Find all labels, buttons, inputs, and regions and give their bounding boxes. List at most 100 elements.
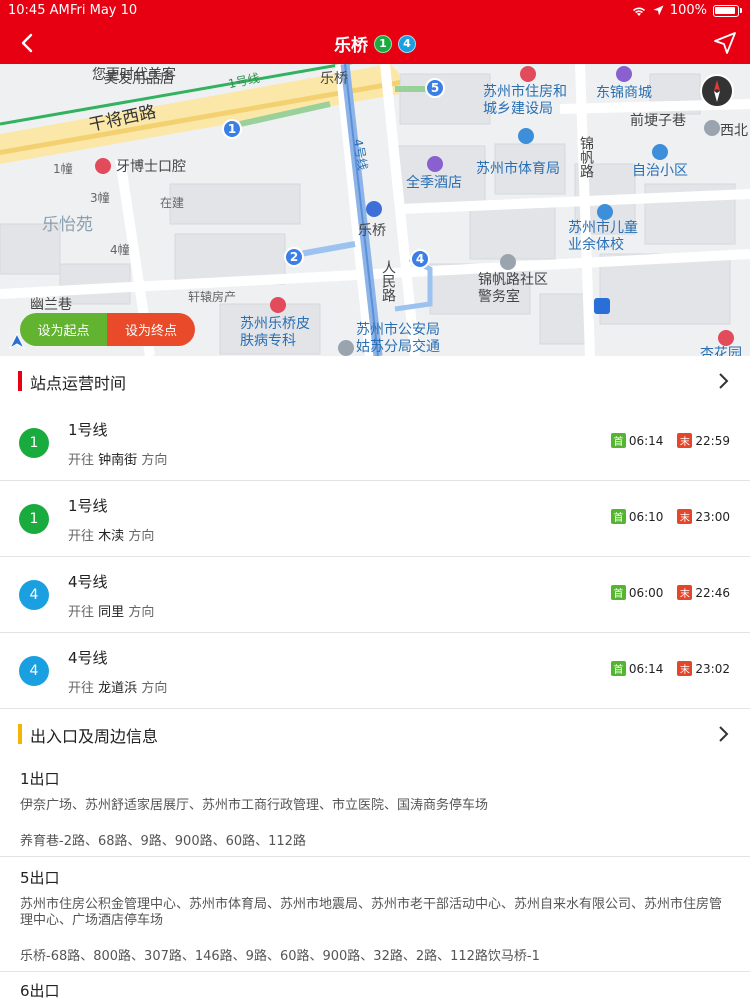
line-name: 4号线 (68, 573, 108, 591)
chevron-right-icon (719, 373, 729, 389)
exits-header[interactable]: 出入口及周边信息 (0, 709, 750, 759)
schedule-row[interactable]: 1 1号线 开往 木渎 方向 首 06:10 末 23:00 (0, 481, 750, 557)
map-label: 幽兰巷 (30, 297, 72, 313)
direction-text: 开往 钟南街 方向 (68, 453, 168, 468)
first-train-tag: 首 (610, 585, 626, 600)
exit-item[interactable]: 6出口 (0, 972, 750, 1000)
schedule-row[interactable]: 4 4号线 开往 同里 方向 首 06:00 末 22:46 (0, 557, 750, 633)
line-badge-4: 4 (398, 34, 416, 53)
first-train-time: 06:14 (628, 433, 664, 448)
exit-places: 苏州市住房公积金管理中心、苏州市体育局、苏州市地震局、苏州市老干部活动中心、苏州… (20, 897, 723, 928)
last-train-time: 23:00 (695, 509, 730, 524)
map-label: 人民路 (380, 260, 396, 302)
map-label: 东锦商城 (596, 85, 652, 101)
sports-icon (518, 128, 534, 144)
exit-marker[interactable]: 4 (410, 249, 430, 269)
hospital-icon (270, 297, 286, 313)
last-train-time: 23:02 (695, 661, 730, 676)
exit-marker[interactable]: 5 (425, 78, 445, 98)
status-time: 10:45 AM (8, 3, 70, 18)
first-train-time: 06:00 (628, 585, 664, 600)
set-end-button[interactable]: 设为终点 (107, 313, 195, 346)
map-label: 乐桥 (320, 71, 348, 87)
map-label: 苏州市住房和城乡建设局 (483, 84, 567, 117)
map-label: 西北 (720, 123, 748, 139)
map-label: 全季酒店 (406, 175, 462, 191)
first-train-tag: 首 (610, 661, 626, 676)
location-arrow-icon (653, 5, 664, 16)
police-station-icon (338, 340, 354, 356)
destination: 同里 (98, 605, 125, 620)
status-date: Fri May 10 (70, 3, 138, 18)
schedule-header[interactable]: 站点运营时间 (0, 356, 750, 406)
map-label: 苏州市公安局姑苏分局交通 (356, 322, 440, 355)
map-label: 前埂子巷 (630, 113, 686, 129)
hotel-icon (427, 156, 443, 172)
service-times: 首 06:14 末 22:59 (610, 433, 730, 448)
line-circle: 1 (19, 428, 49, 458)
section-accent (18, 371, 22, 391)
dental-icon (95, 158, 111, 174)
first-train-tag: 首 (610, 433, 626, 448)
direction-text: 开往 龙道浜 方向 (68, 681, 168, 696)
last-train-time: 22:46 (695, 585, 730, 600)
line-name: 4号线 (68, 649, 108, 667)
exits-title: 出入口及周边信息 (30, 727, 159, 746)
map-label: 1幢 (53, 162, 73, 176)
schedule-row[interactable]: 1 1号线 开往 钟南街 方向 首 06:14 末 22:59 (0, 405, 750, 481)
service-times: 首 06:14 末 23:02 (610, 661, 730, 676)
map-label: 在建 (160, 196, 185, 210)
government-icon (520, 66, 536, 82)
first-train-time: 06:14 (628, 661, 664, 676)
first-train-tag: 首 (610, 509, 626, 524)
exit-marker[interactable]: 2 (284, 247, 304, 267)
exit-name: 5出口 (20, 869, 60, 887)
status-bar: 10:45 AM Fri May 10 100% (0, 0, 750, 22)
station-title: 乐桥 1 4 (0, 31, 750, 56)
map-label: 苏州乐桥皮肤病专科 (240, 316, 310, 349)
service-times: 首 06:00 末 22:46 (610, 585, 730, 600)
exit-item[interactable]: 5出口 苏州市住房公积金管理中心、苏州市体育局、苏州市地震局、苏州市老干部活动中… (0, 857, 750, 972)
status-right: 100% (631, 3, 742, 18)
last-train-tag: 末 (677, 661, 693, 676)
mall-icon (616, 66, 632, 82)
line-circle: 4 (19, 656, 49, 686)
exit-name: 6出口 (20, 982, 60, 1000)
nav-bar: 乐桥 1 4 (0, 22, 750, 64)
map-label: 杏花园 (700, 346, 742, 356)
wifi-icon (632, 7, 645, 16)
map-label: 轩辕房产 (188, 290, 237, 304)
direction-text: 开往 同里 方向 (68, 605, 155, 620)
metro-station-icon[interactable] (366, 201, 382, 217)
section-accent (18, 724, 22, 744)
exit-name: 1出口 (20, 770, 60, 788)
battery-percent: 100% (669, 3, 707, 18)
map-label: 苏州市儿童业余体校 (568, 220, 638, 253)
line-circle: 4 (19, 580, 49, 610)
line-circle: 1 (19, 504, 49, 534)
exit-bus-routes: 养育巷-2路、68路、9路、900路、60路、112路 (20, 834, 306, 849)
exit-bus-routes: 乐桥-68路、800路、307路、146路、9路、60路、900路、32路、2路… (20, 949, 540, 964)
navigate-icon[interactable] (712, 30, 738, 56)
police-icon (500, 254, 516, 270)
last-train-time: 22:59 (695, 433, 730, 448)
map-label: 乐桥 (358, 223, 386, 239)
service-times: 首 06:10 末 23:00 (610, 509, 730, 524)
line-badge-1: 1 (374, 34, 392, 53)
destination: 木渎 (98, 529, 125, 544)
map-label: 牙博士口腔 (116, 159, 186, 175)
station-map[interactable]: 您更时代美客 美发用品店 干将西路 1号线 乐桥 4号线 乐桥 人民路 锦帆路 … (0, 64, 750, 356)
last-train-tag: 末 (677, 585, 693, 600)
residence-icon (652, 144, 668, 160)
map-label: 锦帆路 (578, 136, 594, 178)
hospital-icon (718, 330, 734, 346)
compass-icon[interactable] (700, 74, 734, 108)
map-label: 锦帆路社区警务室 (478, 272, 548, 305)
map-label: 3幢 (90, 191, 110, 205)
set-start-button[interactable]: 设为起点 (20, 313, 107, 346)
exit-marker[interactable]: 1 (222, 119, 242, 139)
exit-item[interactable]: 1出口 伊奈广场、苏州舒适家居展厅、苏州市工商行政管理、市立医院、国涛商务停车场… (0, 758, 750, 857)
schedule-row[interactable]: 4 4号线 开往 龙道浜 方向 首 06:14 末 23:02 (0, 633, 750, 709)
route-button-group: 设为起点 设为终点 (20, 313, 195, 346)
direction-text: 开往 木渎 方向 (68, 529, 155, 544)
